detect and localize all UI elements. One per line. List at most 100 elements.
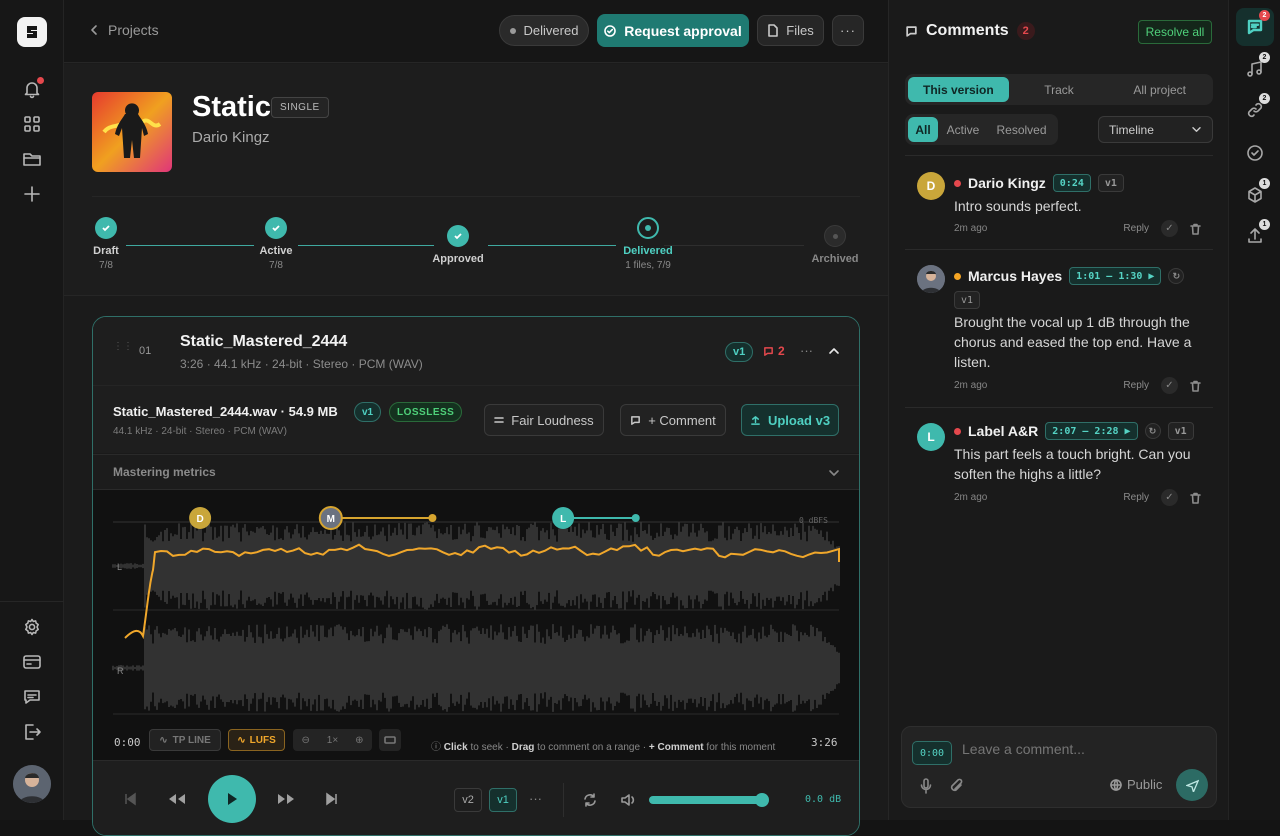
files-label: Files xyxy=(786,23,814,38)
user-avatar[interactable] xyxy=(13,765,51,803)
settings-icon[interactable] xyxy=(20,615,44,639)
trash-icon[interactable] xyxy=(1190,380,1201,392)
comment-timestamp[interactable]: 1:01 — 1:30 ▶ xyxy=(1069,267,1162,285)
comment-input[interactable] xyxy=(962,737,1202,761)
rewind-icon[interactable] xyxy=(168,792,186,806)
reply-button[interactable]: Reply xyxy=(1123,492,1149,503)
microphone-icon[interactable] xyxy=(920,778,932,794)
breadcrumb-label: Projects xyxy=(108,22,159,38)
comment-timestamp[interactable]: 2:07 — 2:28 ▶ xyxy=(1045,422,1138,440)
visibility-select[interactable]: Public xyxy=(1110,777,1162,792)
cover-art[interactable] xyxy=(92,92,172,172)
comment-time-ago: 2m ago xyxy=(954,380,988,391)
comment-timestamp[interactable]: 0:24 xyxy=(1052,174,1091,192)
zoom-out-icon[interactable]: ⊖ xyxy=(301,735,309,746)
billing-card-icon[interactable] xyxy=(20,650,44,674)
filter-active[interactable]: Active xyxy=(938,117,988,142)
add-icon[interactable] xyxy=(20,182,44,206)
comment-range-end[interactable] xyxy=(631,514,640,522)
package-rail-icon[interactable]: 1 xyxy=(1243,178,1270,207)
play-button[interactable] xyxy=(208,775,256,823)
volume-slider[interactable] xyxy=(649,793,769,807)
approval-check-rail-icon[interactable] xyxy=(1243,141,1267,165)
track-card: ⋮⋮ 01 Static_Mastered_2444 3:26 · 44.1 k… xyxy=(92,316,860,836)
comment-range-end[interactable] xyxy=(428,514,437,522)
track-header[interactable]: ⋮⋮ 01 Static_Mastered_2444 3:26 · 44.1 k… xyxy=(93,317,859,385)
send-button[interactable] xyxy=(1176,769,1208,801)
volume-knob[interactable] xyxy=(754,793,769,807)
comments-rail-icon[interactable]: 2 xyxy=(1243,10,1270,39)
track-more-icon[interactable]: ··· xyxy=(800,343,813,358)
volume-icon[interactable] xyxy=(620,792,638,808)
comment-actions: Reply ✓ xyxy=(1123,489,1201,506)
filter-all[interactable]: All xyxy=(908,117,938,142)
resolve-all-button[interactable]: Resolve all xyxy=(1138,20,1212,44)
waveform-canvas[interactable]: D M L 0 dBFS L R xyxy=(93,490,859,726)
reply-button[interactable]: Reply xyxy=(1123,380,1149,391)
folder-icon[interactable] xyxy=(20,147,44,171)
comment-item[interactable]: D Dario Kingz 0:24 v1 Intro sounds perfe… xyxy=(905,156,1213,250)
loop-range-icon[interactable]: ↻ xyxy=(1168,268,1185,284)
zoom-in-icon[interactable]: ⊕ xyxy=(355,735,363,746)
tab-all-project[interactable]: All project xyxy=(1109,77,1210,102)
resolve-check-icon[interactable]: ✓ xyxy=(1161,220,1178,237)
waveform-area[interactable]: D M L 0 dBFS L R xyxy=(93,490,859,760)
chevron-up-icon[interactable] xyxy=(828,347,840,355)
tab-this-version[interactable]: This version xyxy=(908,77,1009,102)
request-approval-button[interactable]: Request approval xyxy=(597,14,749,47)
drag-handle-icon[interactable]: ⋮⋮ xyxy=(113,342,133,352)
lufs-toggle[interactable]: ∿ LUFS xyxy=(228,729,285,751)
step-archived[interactable]: Archived xyxy=(775,225,895,265)
file-icon xyxy=(768,24,779,37)
add-comment-button[interactable]: + Comment xyxy=(620,404,726,436)
upload-rail-icon[interactable]: 1 xyxy=(1243,219,1270,248)
step-delivered[interactable]: Delivered 1 files, 7/9 xyxy=(588,217,708,271)
track-comment-count[interactable]: 2 xyxy=(763,344,785,358)
resolve-check-icon[interactable]: ✓ xyxy=(1161,489,1178,506)
player-more-icon[interactable]: ··· xyxy=(529,791,542,806)
upload-v3-button[interactable]: Upload v3 xyxy=(741,404,839,436)
keyboard-shortcuts-icon[interactable] xyxy=(379,729,401,751)
dbfs-label: 0 dBFS xyxy=(799,516,828,525)
tab-track[interactable]: Track xyxy=(1009,77,1110,102)
trash-icon[interactable] xyxy=(1190,492,1201,504)
link-rail-icon[interactable]: 2 xyxy=(1243,93,1270,122)
comment-item[interactable]: Marcus Hayes 1:01 — 1:30 ▶ ↻ v1 Brought … xyxy=(905,251,1213,408)
notifications-icon[interactable] xyxy=(20,77,44,101)
fair-loudness-button[interactable]: Fair Loudness xyxy=(484,404,604,436)
comment-markers[interactable]: DML xyxy=(189,506,640,530)
release-artist[interactable]: Dario Kingz xyxy=(192,129,270,146)
skip-to-start-icon[interactable] xyxy=(123,792,137,806)
more-actions-button[interactable]: ··· xyxy=(832,15,864,46)
loop-range-icon[interactable]: ↻ xyxy=(1144,423,1161,439)
back-to-projects-link[interactable]: Projects xyxy=(90,22,159,38)
app-logo[interactable] xyxy=(17,17,47,47)
attachment-icon[interactable] xyxy=(950,778,964,794)
step-active[interactable]: Active 7/8 xyxy=(216,217,336,271)
dashboard-grid-icon[interactable] xyxy=(20,112,44,136)
composer-timestamp[interactable]: 0:00 xyxy=(912,741,953,765)
skip-to-end-icon[interactable] xyxy=(325,792,339,806)
tp-line-toggle[interactable]: ∿ TP LINE xyxy=(149,729,221,751)
step-approved[interactable]: Approved xyxy=(398,225,518,265)
messages-icon[interactable] xyxy=(20,685,44,709)
files-button[interactable]: Files xyxy=(757,15,824,46)
version-v2-toggle[interactable]: v2 xyxy=(454,788,482,812)
filter-resolved[interactable]: Resolved xyxy=(988,117,1055,142)
comment-header: Marcus Hayes 1:01 — 1:30 ▶ ↻ xyxy=(954,267,1185,285)
fast-forward-icon[interactable] xyxy=(277,792,295,806)
loop-icon[interactable] xyxy=(582,792,598,808)
track-version-badge[interactable]: v1 xyxy=(725,342,754,362)
logout-icon[interactable] xyxy=(20,720,44,744)
status-delivered-badge[interactable]: Delivered xyxy=(499,15,589,46)
music-rail-icon[interactable]: 2 xyxy=(1243,52,1270,81)
comment-item[interactable]: L Label A&R 2:07 — 2:28 ▶ ↻ v1 This part… xyxy=(905,409,1213,521)
step-draft[interactable]: Draft 7/8 xyxy=(46,217,166,271)
comments-rail-badge: 2 xyxy=(1259,10,1270,21)
resolve-check-icon[interactable]: ✓ xyxy=(1161,377,1178,394)
reply-button[interactable]: Reply xyxy=(1123,223,1149,234)
trash-icon[interactable] xyxy=(1190,223,1201,235)
sort-select[interactable]: Timeline xyxy=(1098,116,1213,143)
mastering-metrics-toggle[interactable]: Mastering metrics xyxy=(93,454,859,490)
version-v1-toggle[interactable]: v1 xyxy=(489,788,517,812)
